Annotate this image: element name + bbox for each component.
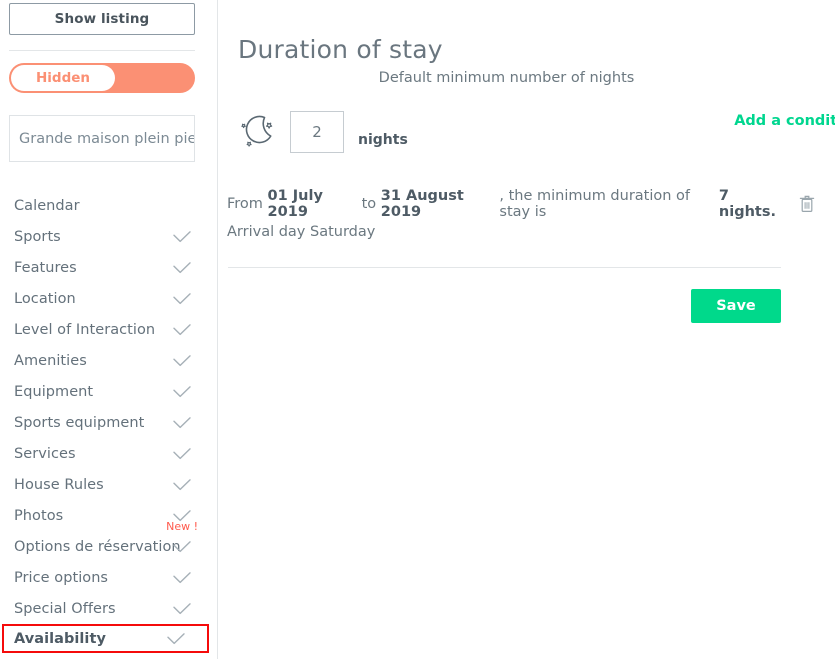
sidebar-item-amenities[interactable]: Amenities — [0, 345, 218, 376]
check-icon — [173, 602, 191, 615]
check-icon — [167, 632, 185, 645]
sidebar-item-label: Amenities — [14, 352, 87, 369]
arrival-day-text: Arrival day Saturday — [227, 224, 376, 240]
sidebar-item-location[interactable]: Location — [0, 283, 218, 314]
check-icon — [173, 540, 191, 553]
sidebar-item-options-de-r-servation[interactable]: Options de réservation New ! — [0, 520, 218, 562]
check-icon — [173, 261, 191, 274]
sidebar-item-label: Equipment — [14, 383, 94, 400]
check-icon — [173, 571, 191, 584]
sidebar-item-label: Features — [14, 259, 77, 276]
sidebar-item-label: Availability — [14, 630, 106, 647]
listing-name-field[interactable]: Grande maison plein pieds — [9, 115, 195, 162]
sidebar: Show listing Hidden Grande maison plein … — [0, 0, 218, 659]
minimum-nights-input[interactable] — [290, 111, 344, 153]
listing-editor-page: Show listing Hidden Grande maison plein … — [0, 0, 835, 659]
condition-middle: to — [361, 196, 377, 212]
check-icon — [173, 478, 191, 491]
content-divider — [228, 267, 781, 268]
sidebar-item-label: Calendar — [14, 197, 80, 214]
sidebar-nav: Calendar Sports Features Location Level of I… — [0, 190, 218, 653]
check-icon — [173, 323, 191, 336]
condition-minimum-nights: 7 nights. — [718, 188, 776, 220]
new-badge: New ! — [166, 520, 198, 533]
sidebar-item-label: Sports equipment — [14, 414, 145, 431]
sidebar-item-features[interactable]: Features — [0, 252, 218, 283]
sidebar-item-label: Photos — [14, 507, 64, 524]
visibility-toggle[interactable]: Hidden — [9, 63, 195, 93]
check-icon — [173, 292, 191, 305]
condition-suffix: , the minimum duration of stay is — [499, 188, 691, 220]
condition-prefix: From — [227, 196, 263, 212]
sidebar-item-house-rules[interactable]: House Rules — [0, 469, 218, 500]
sidebar-item-level-of-interaction[interactable]: Level of Interaction — [0, 314, 218, 345]
sidebar-item-label: Price options — [14, 569, 109, 586]
condition-start-date: 01 July 2019 — [267, 188, 323, 220]
save-button[interactable]: Save — [691, 289, 781, 323]
condition-row: From 01 July 2019 to 31 August 2019 , th… — [227, 188, 815, 220]
default-minimum-nights-row: nights — [234, 108, 408, 156]
nights-unit-label: nights — [358, 132, 408, 148]
sidebar-item-services[interactable]: Services — [0, 438, 218, 469]
sidebar-item-label: Special Offers — [14, 600, 116, 617]
check-icon — [173, 354, 191, 367]
sidebar-item-label: Level of Interaction — [14, 321, 156, 338]
sidebar-item-label: Sports — [14, 228, 61, 245]
show-listing-button[interactable]: Show listing — [9, 3, 195, 35]
visibility-toggle-knob[interactable]: Hidden — [11, 65, 115, 91]
sidebar-item-label: Options de réservation — [14, 538, 181, 555]
sidebar-item-label: House Rules — [14, 476, 104, 493]
listing-name-value: Grande maison plein pieds — [19, 130, 195, 147]
sidebar-item-sports[interactable]: Sports — [0, 221, 218, 252]
condition-end-date: 31 August 2019 — [380, 188, 464, 220]
sidebar-item-label: Location — [14, 290, 76, 307]
sidebar-divider — [9, 50, 195, 51]
subtitle: Default minimum number of nights — [378, 70, 635, 86]
check-icon — [173, 230, 191, 243]
check-icon — [173, 416, 191, 429]
page-title: Duration of stay — [238, 34, 443, 64]
delete-condition-icon[interactable] — [799, 194, 815, 214]
sidebar-item-label: Services — [14, 445, 76, 462]
visibility-toggle-label: Hidden — [35, 70, 91, 86]
sidebar-item-calendar[interactable]: Calendar — [0, 190, 218, 221]
check-icon — [173, 385, 191, 398]
sidebar-item-sports-equipment[interactable]: Sports equipment — [0, 407, 218, 438]
sidebar-item-equipment[interactable]: Equipment — [0, 376, 218, 407]
sidebar-item-availability[interactable]: Availability — [2, 624, 209, 653]
add-condition-link[interactable]: Add a condition depending on the period — [718, 110, 835, 154]
show-listing-label: Show listing — [54, 11, 150, 27]
main-content: Duration of stay Default minimum number … — [218, 0, 835, 659]
check-icon — [173, 447, 191, 460]
sidebar-item-price-options[interactable]: Price options — [0, 562, 218, 593]
sidebar-item-special-offers[interactable]: Special Offers — [0, 593, 218, 624]
moon-stars-icon — [234, 108, 282, 156]
